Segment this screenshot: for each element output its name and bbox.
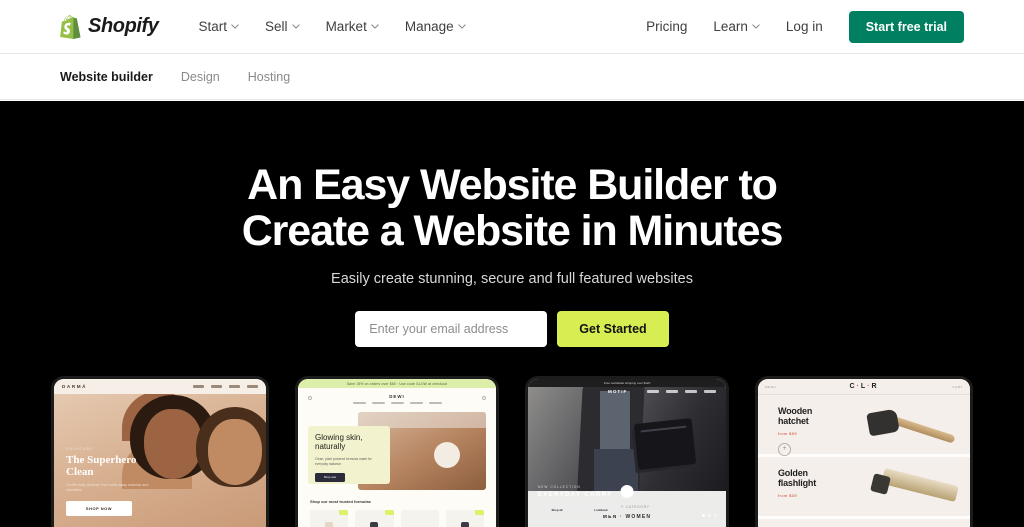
hero-title-line1: An Easy Website Builder to bbox=[247, 161, 778, 209]
chevron-down-icon bbox=[457, 24, 466, 29]
hero-section: An Easy Website Builder to Create a Webs… bbox=[0, 101, 1024, 527]
section-subnav: Website builder Design Hosting bbox=[0, 54, 1024, 100]
card1-copy-block: SKINCARE The Superhero Clean Gentle dail… bbox=[66, 447, 158, 516]
card4-logo-c: C bbox=[849, 383, 857, 390]
card4-logo: C·L·R bbox=[849, 383, 879, 390]
card2-site-header: DEWI bbox=[298, 388, 496, 410]
card3-copy-block: NEW COLLECTION EVERYDAY CARRY Shop all L… bbox=[538, 485, 620, 515]
nav-item-start-label: Start bbox=[198, 19, 228, 34]
nav-item-start[interactable]: Start bbox=[199, 19, 240, 34]
card2-hero: Glowing skin, naturally Clean, plant pow… bbox=[308, 412, 486, 490]
card4-menu-label[interactable]: MENU bbox=[765, 385, 776, 389]
card1-kicker: SKINCARE bbox=[66, 447, 94, 451]
showcase-card-dark-fashion[interactable]: Free worldwide shipping over $120 MOTIF … bbox=[528, 379, 726, 527]
card4-add-icon[interactable]: + bbox=[778, 442, 791, 456]
card3-headline: EVERYDAY CARRY bbox=[538, 492, 613, 498]
card3-site-header: MOTIF bbox=[528, 389, 726, 394]
get-started-button[interactable]: Get Started bbox=[557, 311, 669, 348]
card2-cart-icon bbox=[482, 396, 486, 400]
card2-announcement-text: Save 15% on orders over $60 · Use code G… bbox=[346, 381, 448, 386]
card3-button-primary[interactable]: Shop all bbox=[538, 504, 576, 515]
card4-cart-label[interactable]: CART bbox=[952, 385, 963, 389]
hero-title: An Easy Website Builder to Create a Webs… bbox=[0, 161, 1024, 255]
card2-cta-button[interactable]: Shop now bbox=[315, 472, 345, 482]
shopify-bag-icon bbox=[60, 15, 81, 39]
email-input[interactable] bbox=[355, 311, 548, 348]
showcase-cards: DARMÄ SKINCARE The Superhero Clean Gentl… bbox=[0, 379, 1024, 527]
chevron-down-icon bbox=[371, 24, 379, 29]
card3-carousel-dots[interactable] bbox=[702, 514, 717, 517]
nav-item-login[interactable]: Log in bbox=[786, 19, 823, 34]
showcase-card-clr[interactable]: MENU C·L·R CART Wooden hatchet from $59 … bbox=[758, 379, 970, 527]
secondary-nav: Pricing Learn Log in Start free trial bbox=[646, 10, 964, 43]
card3-photo bbox=[528, 387, 726, 491]
card4-logo-r: R bbox=[871, 383, 879, 390]
nav-item-learn[interactable]: Learn bbox=[713, 19, 760, 34]
nav-item-market[interactable]: Market bbox=[326, 19, 379, 34]
nav-item-manage-label: Manage bbox=[404, 19, 454, 34]
nav-item-manage[interactable]: Manage bbox=[405, 19, 466, 34]
primary-nav: Start Sell Market Manage bbox=[199, 19, 466, 34]
card2-nav-links bbox=[352, 401, 442, 405]
showcase-card-darma[interactable]: DARMÄ SKINCARE The Superhero Clean Gentl… bbox=[54, 379, 266, 527]
card1-site-header: DARMÄ bbox=[54, 379, 266, 394]
card3-announcement-bar: Free worldwide shipping over $120 bbox=[528, 379, 726, 387]
card2-product-row bbox=[298, 504, 496, 527]
nav-item-pricing-label: Pricing bbox=[646, 19, 688, 34]
card2-panel: Glowing skin, naturally Clean, plant pow… bbox=[308, 426, 390, 484]
showcase-card-glowing-skin[interactable]: Save 15% on orders over $60 · Use code G… bbox=[298, 379, 496, 527]
card1-body: Gentle daily cleanser that melts away ma… bbox=[66, 482, 149, 493]
nav-item-market-label: Market bbox=[325, 19, 367, 34]
card2-product[interactable] bbox=[445, 510, 484, 527]
card2-product[interactable] bbox=[310, 510, 349, 527]
card2-body-text: Clean, plant powered formulas made for e… bbox=[315, 456, 372, 466]
page-root: Shopify Start Sell Market Manage Pricing… bbox=[0, 0, 1024, 527]
nav-item-sell[interactable]: Sell bbox=[265, 19, 300, 34]
signup-form: Get Started bbox=[0, 311, 1024, 348]
chevron-down-icon bbox=[291, 24, 300, 29]
card4-body: MENU C·L·R CART Wooden hatchet from $59 … bbox=[758, 379, 970, 527]
card1-headline: The Superhero Clean bbox=[66, 454, 137, 479]
chevron-down-icon bbox=[231, 24, 239, 29]
card3-button-secondary[interactable]: Lookbook bbox=[582, 504, 620, 515]
card4-product-flashlight[interactable]: Golden flashlight from $39 bbox=[758, 457, 970, 519]
card3-logo: MOTIF bbox=[608, 389, 628, 394]
nav-item-learn-label: Learn bbox=[713, 19, 748, 34]
card1-cta-button[interactable]: SHOP NOW bbox=[66, 500, 132, 516]
card4-flashlight-image bbox=[870, 468, 962, 505]
shopify-logo[interactable]: Shopify bbox=[60, 14, 159, 39]
card2-product[interactable] bbox=[355, 510, 394, 527]
subnav-item-website-builder[interactable]: Website builder bbox=[60, 70, 153, 84]
card2-body: DEWI Glowing skin, naturally Clean, plan… bbox=[298, 388, 496, 527]
card2-cta-label: Shop now bbox=[323, 475, 337, 480]
subnav-item-hosting[interactable]: Hosting bbox=[248, 70, 290, 84]
card1-logo: DARMÄ bbox=[62, 384, 88, 389]
nav-item-pricing[interactable]: Pricing bbox=[646, 19, 687, 34]
card4-product-hatchet[interactable]: Wooden hatchet from $59 + bbox=[758, 395, 970, 457]
card4-site-header: MENU C·L·R CART bbox=[758, 379, 970, 395]
card4-hatchet-image bbox=[862, 408, 958, 453]
chevron-down-icon bbox=[752, 24, 760, 29]
hero-title-line2: Create a Website in Minutes bbox=[241, 206, 784, 255]
card3-nav-links bbox=[646, 390, 716, 393]
card3-kicker: NEW COLLECTION bbox=[538, 485, 581, 489]
nav-item-sell-label: Sell bbox=[265, 19, 288, 34]
card1-nav-links bbox=[193, 385, 258, 388]
main-header: Shopify Start Sell Market Manage Pricing… bbox=[0, 0, 1024, 54]
card3-buttons: Shop all Lookbook bbox=[538, 504, 620, 515]
subnav-item-design[interactable]: Design bbox=[181, 70, 220, 84]
card2-search-icon bbox=[308, 396, 312, 400]
card3-scroll-indicator[interactable] bbox=[620, 485, 634, 498]
card2-product[interactable] bbox=[400, 510, 439, 527]
card2-announcement-bar: Save 15% on orders over $60 · Use code G… bbox=[298, 379, 496, 388]
card2-headline: Glowing skin, naturally bbox=[315, 433, 363, 452]
start-free-trial-button[interactable]: Start free trial bbox=[848, 10, 964, 43]
card3-announcement-text: Free worldwide shipping over $120 bbox=[603, 381, 651, 385]
card2-logo: DEWI bbox=[389, 393, 405, 399]
nav-item-login-label: Log in bbox=[785, 19, 823, 34]
shopify-wordmark: Shopify bbox=[88, 15, 159, 37]
hero-subtitle: Easily create stunning, secure and full … bbox=[331, 271, 693, 288]
